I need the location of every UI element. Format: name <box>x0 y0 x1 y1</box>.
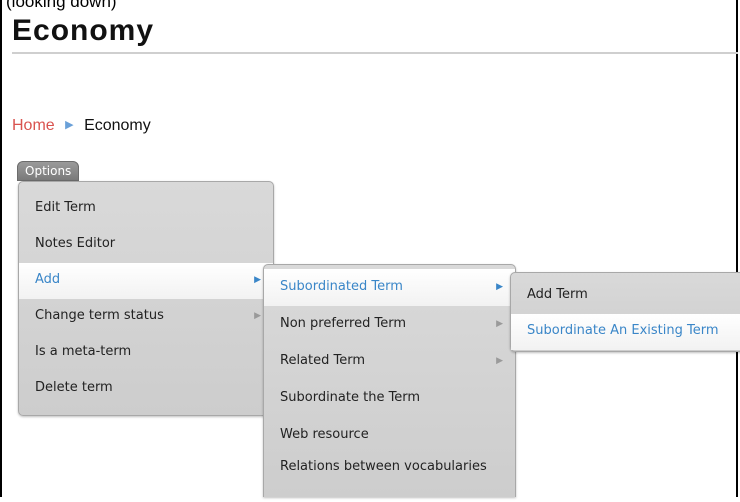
menu-item-label: Notes Editor <box>35 236 116 251</box>
menu-item-relations-between-vocabularies[interactable]: Relations between vocabularies <box>264 454 515 502</box>
menu-item-web-resource[interactable]: Web resource <box>264 417 515 454</box>
menu-item-subordinate-existing-term[interactable]: Subordinate An Existing Term <box>511 314 740 350</box>
menu-item-add-term[interactable]: Add Term <box>511 278 740 314</box>
menu-item-label: Non preferred Term <box>280 316 407 331</box>
menu-item-label: Add <box>35 272 61 287</box>
menu-item-notes-editor[interactable]: Notes Editor <box>19 227 273 263</box>
menu-item-label: Edit Term <box>35 200 96 215</box>
menu-item-label: Is a meta-term <box>35 344 132 359</box>
menu-item-label: Relations between vocabularies <box>280 459 487 474</box>
subordinated-term-submenu: Add Term Subordinate An Existing Term <box>510 272 740 352</box>
menu-item-edit-term[interactable]: Edit Term <box>19 191 273 227</box>
menu-item-add[interactable]: Add ▶ <box>19 263 273 299</box>
menu-item-delete-term[interactable]: Delete term <box>19 371 273 407</box>
chevron-right-icon: ▶ <box>496 282 503 292</box>
add-submenu: Subordinated Term ▶ Non preferred Term ▶… <box>263 264 516 497</box>
page-title: Economy <box>12 14 155 47</box>
menu-item-label: Add Term <box>527 287 588 302</box>
menu-item-label: Web resource <box>280 427 369 442</box>
menu-item-label: Change term status <box>35 308 164 323</box>
menu-item-subordinated-term[interactable]: Subordinated Term ▶ <box>264 269 515 306</box>
menu-item-change-term-status[interactable]: Change term status ▶ <box>19 299 273 335</box>
menu-item-non-preferred-term[interactable]: Non preferred Term ▶ <box>264 306 515 343</box>
chevron-right-icon: ▶ <box>254 275 261 285</box>
chevron-right-icon: ▶ <box>496 319 503 329</box>
menu-item-label: Subordinated Term <box>280 279 403 294</box>
breadcrumb: Home ▶ Economy <box>12 117 151 135</box>
title-divider <box>12 52 738 54</box>
menu-item-is-meta-term[interactable]: Is a meta-term <box>19 335 273 371</box>
menu-item-label: Subordinate An Existing Term <box>527 323 719 338</box>
triangle-right-icon: ▶ <box>65 119 74 131</box>
menu-item-subordinate-the-term[interactable]: Subordinate the Term <box>264 380 515 417</box>
menu-item-label: Delete term <box>35 380 113 395</box>
top-clipped-text: (looking down) <box>6 0 117 11</box>
breadcrumb-current: Economy <box>84 117 151 134</box>
chevron-right-icon: ▶ <box>496 356 503 366</box>
menu-item-label: Related Term <box>280 353 366 368</box>
menu-item-related-term[interactable]: Related Term ▶ <box>264 343 515 380</box>
options-button[interactable]: Options <box>17 161 80 181</box>
menu-item-label: Subordinate the Term <box>280 390 421 405</box>
options-menu: Edit Term Notes Editor Add ▶ Change term… <box>18 181 274 416</box>
breadcrumb-home-link[interactable]: Home <box>12 117 55 134</box>
chevron-right-icon: ▶ <box>254 311 261 321</box>
